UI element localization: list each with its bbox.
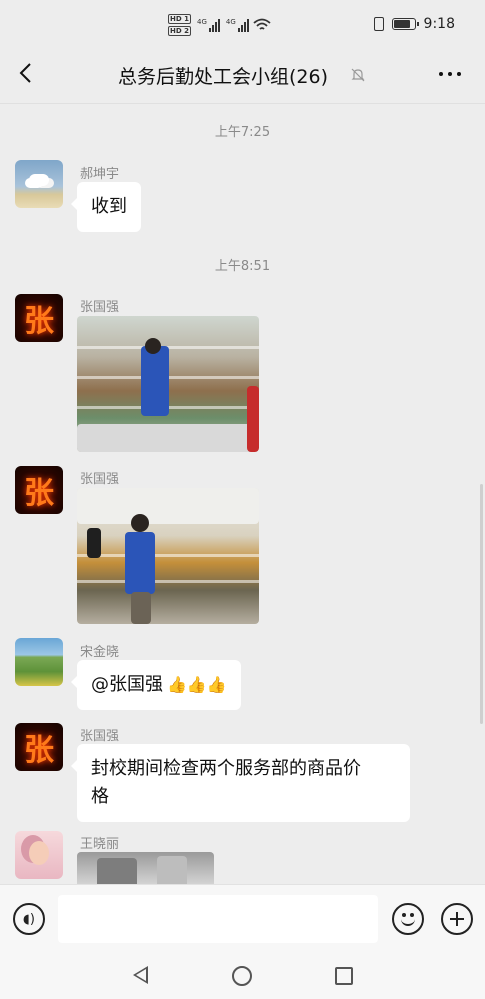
hd-badge-2: HD 2 [168,26,191,36]
chat-title: 总务后勤处工会小组(26) [118,66,329,88]
avatar[interactable] [15,638,63,686]
avatar-glyph: 张 [24,733,54,768]
wifi-icon [253,18,271,30]
home-circle-icon[interactable] [232,966,252,986]
scrollbar[interactable] [480,484,483,724]
sender-name: 宋金晓 [80,645,120,660]
back-triangle-icon[interactable] [133,966,148,984]
back-arrow-icon[interactable] [16,62,38,84]
message-text-line-1: 封校期间检查两个服务部的商品价 [91,758,361,779]
plus-icon[interactable] [441,903,473,935]
avatar[interactable] [15,160,63,208]
sender-name: 张国强 [80,729,120,744]
status-bar: HD 1 HD 2 4G 4G 9:18 [0,0,485,44]
thumbs-up-emoji: 👍👍👍 [167,675,227,694]
signal-icon-2: 4G [226,18,249,32]
message-bubble[interactable]: 收到 [71,182,141,232]
hd-badge-1: HD 1 [168,14,191,24]
message-list[interactable]: 上午7:25 郝坤宇 收到 上午8:51 张 张国强 张 张国强 宋金晓 @张国… [0,104,485,884]
mute-bell-icon [351,68,365,82]
sender-name: 张国强 [80,300,120,315]
message-text: @张国强 [91,674,163,695]
vibrate-icon [373,17,384,31]
avatar-glyph: 张 [24,476,54,511]
voice-icon[interactable]: ◖) [13,903,45,935]
avatar-glyph: 张 [24,304,54,339]
more-icon[interactable] [439,72,461,76]
message-bubble[interactable]: @张国强 👍👍👍 [71,660,241,710]
avatar[interactable]: 张 [15,723,63,771]
battery-icon [391,18,419,30]
recents-square-icon[interactable] [335,967,353,985]
network-type-2: 4G [225,18,236,26]
network-indicators: HD 1 HD 2 4G 4G [168,14,271,36]
sender-name: 张国强 [80,472,120,487]
image-message[interactable] [77,852,214,884]
sender-name: 郝坤宇 [80,167,120,182]
system-navigation [0,954,485,999]
message-text: 收到 [91,196,127,217]
chat-header: 总务后勤处工会小组(26) [0,44,485,104]
timestamp: 上午8:51 [214,259,271,274]
avatar[interactable] [15,831,63,879]
image-message[interactable] [77,488,259,624]
message-input[interactable] [58,895,378,943]
timestamp: 上午7:25 [214,125,271,140]
hd-badges: HD 1 HD 2 [168,14,191,36]
avatar[interactable]: 张 [15,294,63,342]
network-type-1: 4G [196,18,207,26]
status-time: 9:18 [423,16,455,32]
signal-icon: 4G [197,18,220,32]
status-right: 9:18 [373,16,455,32]
emoji-icon[interactable] [392,903,424,935]
image-message[interactable] [77,316,259,452]
sender-name: 王晓丽 [80,837,120,852]
message-bubble[interactable]: 封校期间检查两个服务部的商品价 格 [71,744,410,822]
input-bar: ◖) [0,884,485,954]
message-text-line-2: 格 [91,786,109,807]
avatar[interactable]: 张 [15,466,63,514]
